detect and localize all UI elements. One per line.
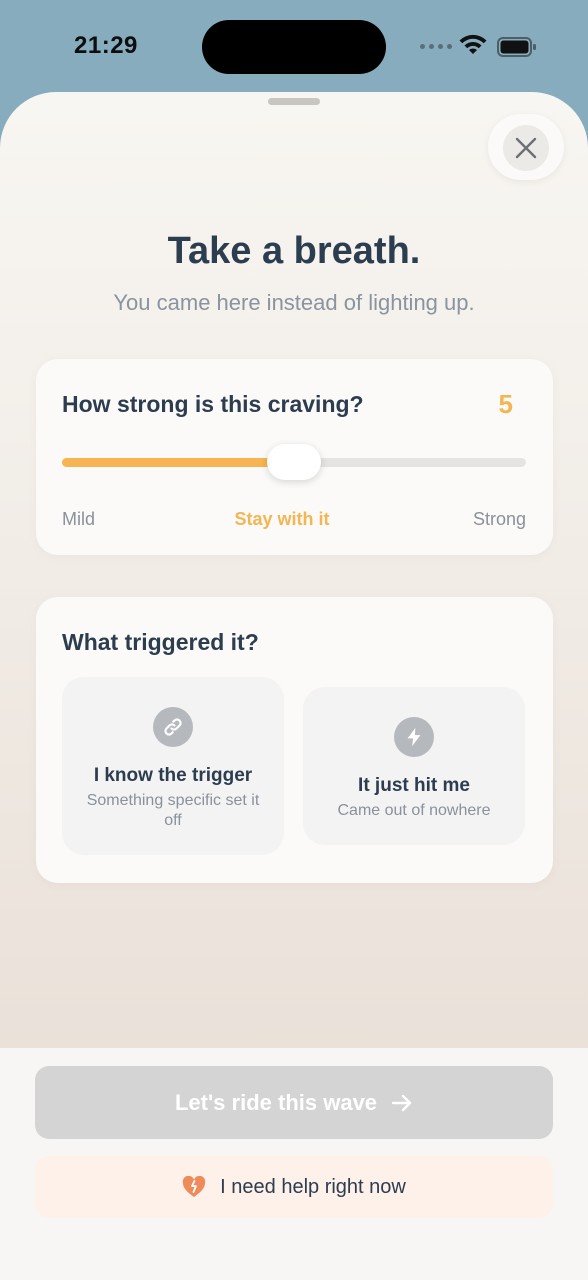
option-description: Came out of nowhere bbox=[337, 802, 491, 819]
trigger-question: What triggered it? bbox=[62, 629, 259, 655]
lightning-icon bbox=[394, 717, 434, 757]
ride-wave-label: Let's ride this wave bbox=[174, 1089, 378, 1115]
wifi-icon bbox=[459, 34, 487, 54]
slider-fill bbox=[62, 458, 294, 467]
craving-slider[interactable] bbox=[62, 444, 526, 480]
broken-heart-icon bbox=[182, 1176, 206, 1197]
scale-mid-label: Stay with it bbox=[234, 509, 330, 529]
status-time: 21:29 bbox=[74, 32, 138, 59]
option-know-trigger[interactable]: I know the trigger Something specific se… bbox=[62, 677, 284, 855]
close-icon bbox=[515, 137, 537, 159]
option-title: I know the trigger bbox=[93, 765, 253, 786]
option-just-hit[interactable]: It just hit me Came out of nowhere bbox=[303, 687, 525, 845]
page-title: Take a breath. bbox=[167, 230, 421, 272]
craving-strength-card: How strong is this craving? 5 Mild Stay … bbox=[36, 359, 553, 555]
option-description: Something specific set it off bbox=[86, 792, 260, 829]
craving-question: How strong is this craving? bbox=[62, 391, 364, 417]
status-bar: 21:29 bbox=[0, 0, 588, 92]
signal-icon bbox=[420, 44, 452, 49]
ride-wave-button[interactable]: Let's ride this wave bbox=[35, 1066, 553, 1139]
sheet-grabber[interactable] bbox=[268, 98, 320, 105]
dynamic-island bbox=[202, 20, 386, 74]
page-subtitle: You came here instead of lighting up. bbox=[113, 290, 475, 315]
option-title: It just hit me bbox=[358, 775, 470, 796]
help-now-label: I need help right now bbox=[220, 1175, 406, 1198]
slider-thumb[interactable] bbox=[267, 444, 321, 480]
help-now-button[interactable]: I need help right now bbox=[35, 1156, 553, 1218]
close-button-container bbox=[488, 114, 564, 180]
scale-max-label: Strong bbox=[472, 509, 526, 529]
battery-icon bbox=[497, 37, 536, 57]
footer-actions: Let's ride this wave I need help right n… bbox=[0, 1048, 588, 1280]
close-button[interactable] bbox=[503, 125, 549, 171]
arrow-right-icon bbox=[391, 1094, 412, 1111]
trigger-card: What triggered it? I know the trigger So… bbox=[36, 597, 553, 883]
craving-level-value: 5 bbox=[498, 389, 513, 419]
link-icon bbox=[153, 707, 193, 747]
